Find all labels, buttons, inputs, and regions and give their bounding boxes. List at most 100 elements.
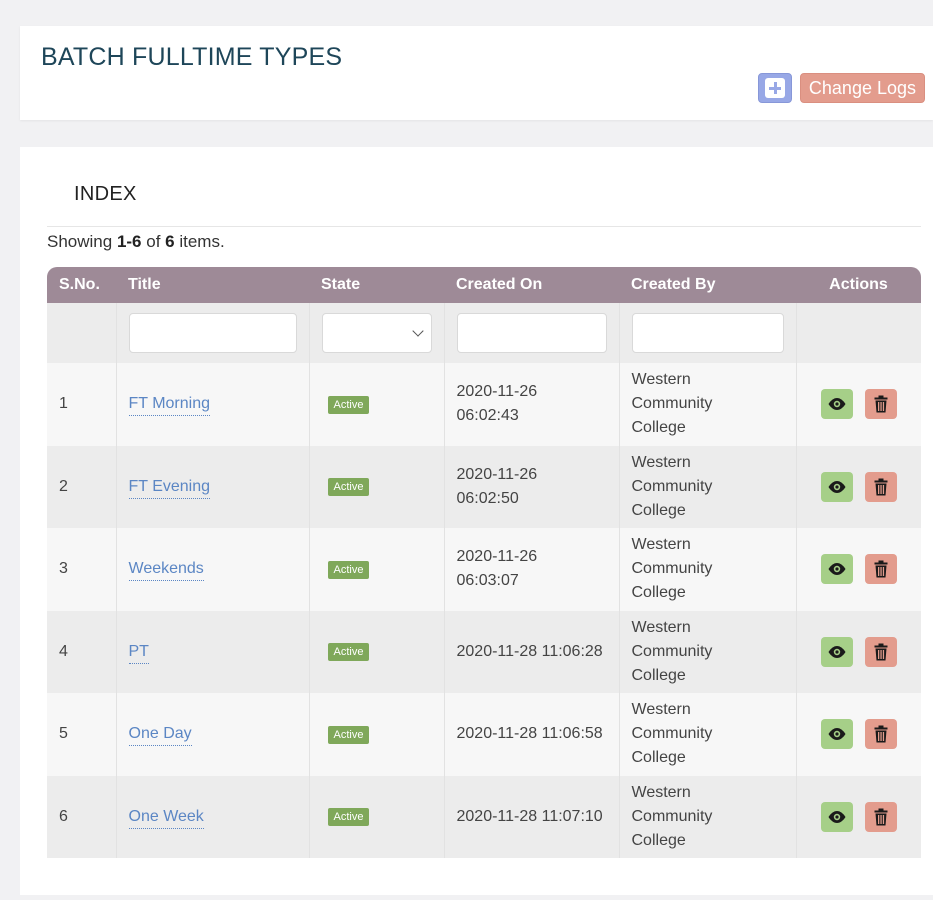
column-header-state[interactable]: State [309, 267, 444, 303]
table-row: 2 FT Evening Active 2020-11-26 06:02:50 W… [47, 445, 921, 528]
header-actions: Change Logs [757, 73, 925, 103]
cell-title: One Week [116, 775, 310, 858]
delete-button[interactable] [864, 389, 897, 420]
created-by-line: Community [631, 395, 713, 413]
cell-sno: 2 [47, 445, 117, 528]
created-on-time: 06:02:43 [456, 407, 519, 425]
view-button[interactable] [820, 471, 853, 502]
status-badge: Active [327, 725, 370, 744]
filter-cell-title [116, 303, 310, 363]
filter-cell-created-by [619, 303, 797, 363]
cell-created-by: Western Community College [619, 610, 797, 693]
view-button[interactable] [820, 719, 853, 750]
created-on-filter-input[interactable] [456, 313, 607, 353]
view-button[interactable] [820, 554, 853, 585]
eye-icon [828, 645, 846, 658]
title-link[interactable]: PT [128, 642, 149, 664]
cell-actions [796, 363, 921, 446]
cell-title: FT Morning [116, 363, 310, 446]
eye-icon [828, 398, 846, 411]
title-link[interactable]: One Day [128, 725, 192, 747]
column-header-created-on[interactable]: Created On [444, 267, 619, 303]
view-button[interactable] [820, 801, 853, 832]
summary-suffix: items. [174, 232, 225, 251]
filter-cell-actions [796, 303, 921, 363]
cell-sno: 6 [47, 775, 117, 858]
table-row: 3 Weekends Active 2020-11-26 06:03:07 Wes… [47, 528, 921, 611]
delete-button[interactable] [864, 554, 897, 585]
cell-title: FT Evening [116, 445, 310, 528]
state-filter-select[interactable] [321, 313, 432, 353]
cell-created-on: 2020-11-26 06:02:50 [444, 445, 620, 528]
plus-square-icon [764, 78, 785, 98]
column-header-created-by[interactable]: Created By [619, 267, 796, 303]
cell-state: Active [309, 445, 445, 528]
cell-created-on: 2020-11-28 11:07:10 [444, 775, 620, 858]
created-by-line: Community [631, 725, 713, 743]
cell-state: Active [309, 528, 445, 611]
eye-icon [828, 563, 846, 576]
created-by-line: Western [631, 536, 691, 554]
table-row: 5 One Day Active 2020-11-28 11:06:58 Wes… [47, 693, 921, 776]
cell-created-by: Western Community College [619, 693, 797, 776]
created-by-line: Community [631, 642, 713, 660]
title-link[interactable]: Weekends [128, 560, 204, 582]
created-by-line: Community [631, 560, 713, 578]
created-by-line: College [631, 419, 686, 437]
status-badge: Active [327, 643, 370, 662]
row-actions [809, 801, 910, 832]
filter-cell-sno [47, 303, 117, 363]
title-filter-input[interactable] [128, 313, 297, 353]
filter-cell-created-on [444, 303, 620, 363]
cell-title: Weekends [116, 528, 310, 611]
title-link[interactable]: FT Morning [128, 395, 211, 417]
cell-state: Active [309, 610, 445, 693]
trash-icon [874, 395, 888, 413]
change-logs-button[interactable]: Change Logs [799, 73, 925, 103]
created-by-line: Western [631, 371, 691, 389]
column-header-title[interactable]: Title [116, 267, 309, 303]
cell-state: Active [309, 363, 445, 446]
cell-created-on: 2020-11-26 06:02:43 [444, 363, 620, 446]
created-on-time: 06:03:07 [456, 572, 519, 590]
row-actions [809, 471, 910, 502]
title-link[interactable]: One Week [128, 807, 204, 829]
title-link[interactable]: FT Evening [128, 477, 211, 499]
created-by-filter-input[interactable] [631, 313, 784, 353]
delete-button[interactable] [864, 471, 897, 502]
created-by-line: Western [631, 701, 691, 719]
cell-sno: 5 [47, 693, 117, 776]
view-button[interactable] [820, 636, 853, 667]
eye-icon [828, 480, 846, 493]
created-on-datetime: 2020-11-28 11:07:10 [456, 807, 603, 825]
cell-created-by: Western Community College [619, 775, 797, 858]
table-row: 1 FT Morning Active 2020-11-26 06:02:43 W… [47, 363, 921, 446]
batch-types-table: S.No. Title State Created On Created By … [47, 267, 921, 858]
filter-cell-state [309, 303, 445, 363]
delete-button[interactable] [864, 801, 897, 832]
created-on-date: 2020-11-26 [456, 465, 538, 483]
delete-button[interactable] [864, 719, 897, 750]
delete-button[interactable] [864, 636, 897, 667]
cell-sno: 1 [47, 363, 117, 446]
status-badge: Active [327, 560, 370, 579]
items-summary: Showing 1-6 of 6 items. [47, 232, 225, 252]
cell-title: One Day [116, 693, 310, 776]
created-on-datetime: 2020-11-28 11:06:58 [456, 725, 603, 743]
page: BATCH FULLTIME TYPES Change Logs INDEX S… [0, 0, 933, 900]
cell-actions [796, 693, 921, 776]
created-on-date: 2020-11-26 [456, 548, 538, 566]
page-header: BATCH FULLTIME TYPES Change Logs [20, 26, 933, 120]
trash-icon [874, 560, 888, 578]
cell-created-by: Western Community College [619, 528, 797, 611]
created-by-line: Community [631, 807, 713, 825]
add-button[interactable] [757, 73, 792, 103]
summary-prefix: Showing [47, 232, 117, 251]
column-header-sno[interactable]: S.No. [47, 267, 116, 303]
row-actions [809, 554, 910, 585]
eye-icon [828, 728, 846, 741]
created-by-line: Community [631, 477, 713, 495]
view-button[interactable] [820, 389, 853, 420]
created-by-line: Western [631, 618, 691, 636]
trash-icon [874, 643, 888, 661]
